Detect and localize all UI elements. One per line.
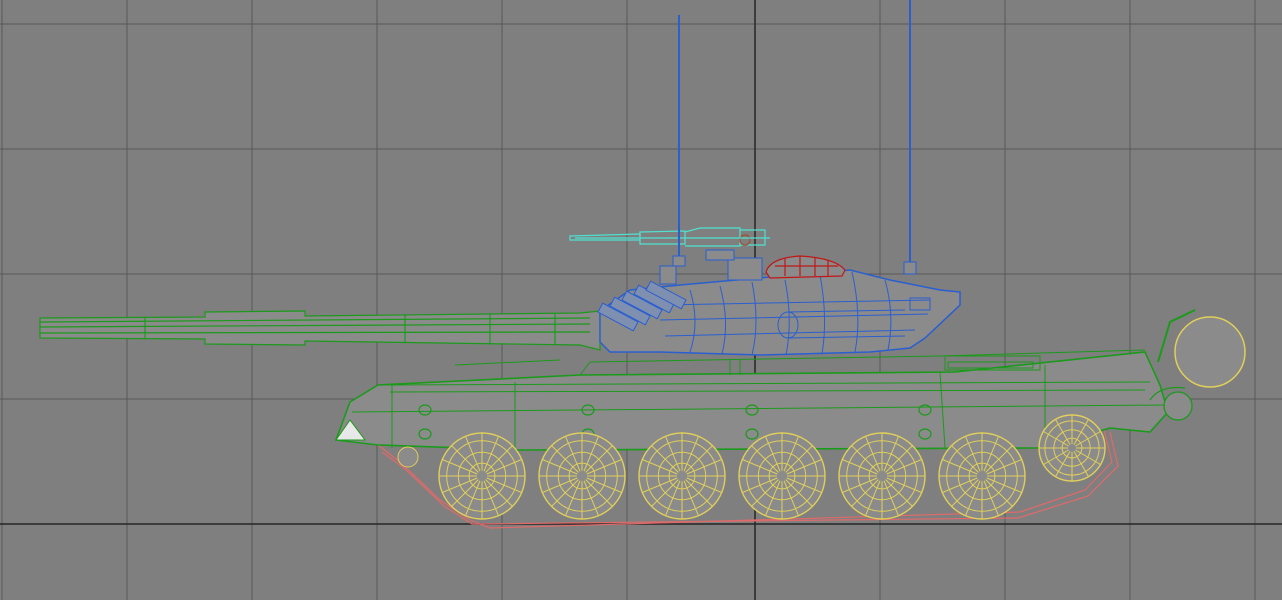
commander-hatch[interactable] bbox=[765, 255, 846, 279]
road-wheel[interactable] bbox=[438, 432, 526, 520]
drive-sprocket-wheel[interactable] bbox=[1038, 414, 1106, 482]
road-wheel[interactable] bbox=[738, 432, 826, 520]
wireframe-canvas[interactable] bbox=[0, 0, 1282, 600]
main-gun[interactable] bbox=[39, 310, 601, 351]
idler-wheel[interactable] bbox=[397, 446, 419, 468]
road-wheel[interactable] bbox=[638, 432, 726, 520]
machine-gun[interactable] bbox=[569, 227, 770, 247]
road-wheel[interactable] bbox=[538, 432, 626, 520]
road-wheel[interactable] bbox=[838, 432, 926, 520]
road-wheel[interactable] bbox=[938, 432, 1026, 520]
left-viewport[interactable] bbox=[0, 0, 1282, 600]
drive-sprocket[interactable] bbox=[1038, 414, 1106, 482]
